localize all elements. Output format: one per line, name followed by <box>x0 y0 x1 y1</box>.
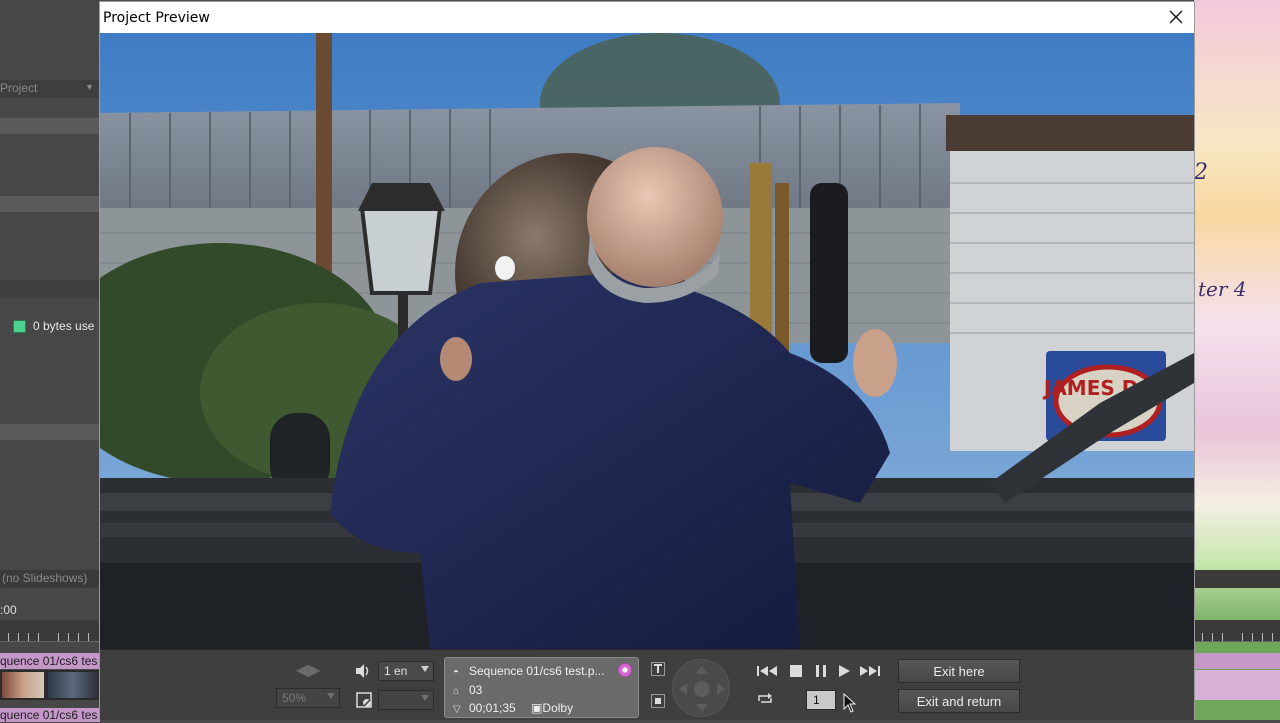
panel-band <box>0 280 100 298</box>
loop-icon[interactable] <box>756 692 774 706</box>
timeline-timecode: :00 <box>0 603 17 617</box>
skip-forward-icon[interactable] <box>858 664 882 678</box>
project-dropdown: Project ▼ <box>0 80 100 98</box>
dropdown-arrow-icon: ▼ <box>85 82 94 92</box>
page-number-field[interactable]: 1 <box>806 690 836 710</box>
art-text: ter 4 <box>1198 277 1247 301</box>
zoom-select: 50% <box>276 688 340 708</box>
zoom-value: 50% <box>282 691 307 705</box>
audio-format: Dolby <box>542 701 574 715</box>
audio-icon[interactable] <box>354 662 372 680</box>
close-icon[interactable] <box>1164 5 1188 29</box>
background-app-panel: Project ▼ 0 bytes use (no Slideshows) :0… <box>0 0 100 722</box>
timecode: 00;01;35 <box>469 701 516 715</box>
sequence-name: Sequence 01/cs6 test.p... <box>469 664 605 678</box>
audio-icon: ◀▶ <box>296 662 321 679</box>
preview-control-bar: ◀▶ 50% 1 en ◓ Sequence 01/cs6 test.p... ⌂… <box>100 649 1194 720</box>
sequence-clip: quence 01/cs6 tes <box>0 653 100 669</box>
panel-band <box>0 196 100 212</box>
exit-here-button[interactable]: Exit here <box>898 659 1020 683</box>
chapter-number: 03 <box>469 683 483 697</box>
exit-and-return-button[interactable]: Exit and return <box>898 689 1020 713</box>
panel-band <box>0 424 100 440</box>
timeline-ruler <box>0 620 100 642</box>
skip-back-icon[interactable] <box>756 664 780 678</box>
chapter-icon: ⌂ <box>453 686 460 697</box>
nav-pad-icon <box>672 659 730 717</box>
title-menu-icon[interactable] <box>651 662 665 676</box>
disc-info-panel: ◓ Sequence 01/cs6 test.p... ⌂ 03 ▽ 00;01;35… <box>444 657 639 718</box>
slideshows-label: (no Slideshows) <box>0 570 100 588</box>
disk-status-text: 0 bytes use <box>33 319 95 333</box>
project-preview-dialog: Project Preview JAMES DON ◀▶ 50% 1 en ◓ … <box>99 1 1195 720</box>
disk-space-icon <box>13 320 26 333</box>
art-text: 2 <box>1194 160 1208 185</box>
background-art-panel: 2 ter 4 <box>1194 0 1280 720</box>
mouse-cursor-icon <box>842 692 858 713</box>
subtitle-select <box>378 690 434 710</box>
title-bar: Project Preview <box>100 2 1194 33</box>
disc-icon: ◓ <box>453 667 460 678</box>
subtitle-icon[interactable] <box>355 691 373 709</box>
project-label: Project <box>0 81 38 95</box>
clip-thumbnails <box>0 670 100 700</box>
play-icon[interactable] <box>837 664 851 678</box>
audio-track-select[interactable]: 1 en <box>378 661 434 681</box>
disc-icon <box>618 663 632 677</box>
dolby-icon: ▣ <box>531 701 543 715</box>
audio-track-value: 1 en <box>384 664 408 678</box>
disk-status: 0 bytes use <box>0 316 100 336</box>
timecode-icon: ▽ <box>453 704 461 715</box>
pause-icon[interactable] <box>814 664 828 678</box>
dialog-title: Project Preview <box>103 10 210 26</box>
page-number-value: 1 <box>813 693 820 707</box>
menu-icon[interactable] <box>651 694 665 708</box>
stop-icon[interactable] <box>790 665 802 677</box>
panel-band <box>0 118 100 134</box>
video-preview[interactable]: JAMES DON <box>100 33 1194 649</box>
